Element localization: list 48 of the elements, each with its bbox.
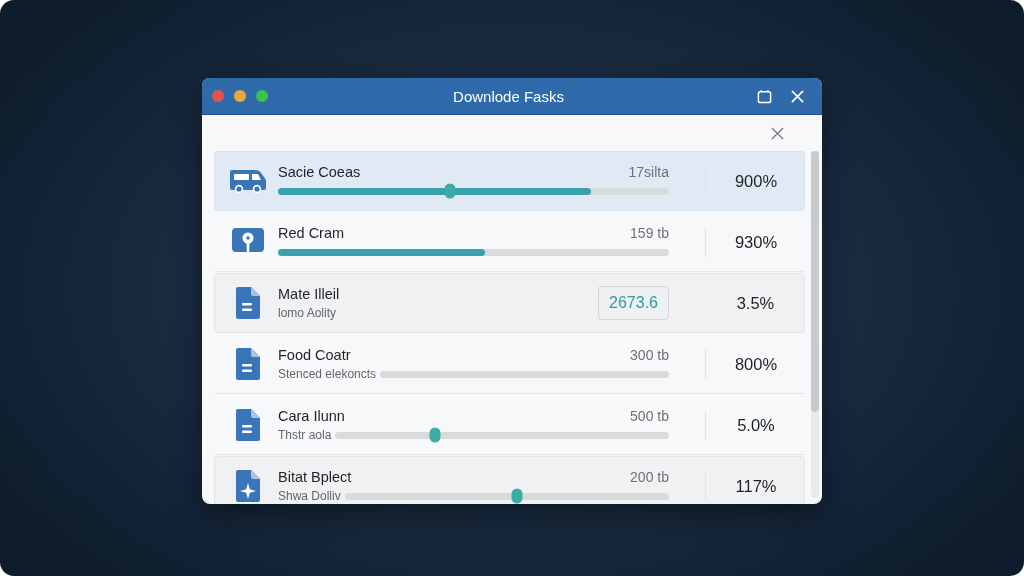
document-icon <box>235 286 261 320</box>
window-close-button[interactable] <box>790 88 805 104</box>
task-subtitle: Shwa Dolliv <box>278 489 341 503</box>
sparkle-document-icon <box>235 469 261 503</box>
percent-text: 930% <box>733 232 779 252</box>
download-row[interactable]: Red Cram 159 tb 930% <box>214 212 805 272</box>
document-icon <box>235 347 261 381</box>
maximize-button[interactable] <box>757 88 772 104</box>
task-name: Food Coatr <box>278 347 351 363</box>
window-title: Downlode Fasks <box>453 87 564 105</box>
close-icon <box>790 88 805 104</box>
scrollbar-thumb[interactable] <box>811 151 819 412</box>
download-row[interactable]: Sacie Coeas 17silta 900% <box>214 151 805 211</box>
download-row[interactable]: Bitat Bplect 200 tb Shwa Dolliv 117% <box>214 456 805 504</box>
zoom-dot[interactable] <box>256 90 268 102</box>
task-size: 500 tb <box>630 408 669 424</box>
percent-text: 5.0% <box>736 415 776 435</box>
value-readout: 2673.6 <box>598 286 669 320</box>
close-dot[interactable] <box>212 90 224 102</box>
task-name: Mate Illeil <box>278 286 340 302</box>
download-row[interactable]: Cara Ilunn 500 tb Thstr aola 5.0% <box>214 395 805 455</box>
document-icon <box>235 408 261 442</box>
task-name: Cara Ilunn <box>278 408 345 424</box>
percent-text: 900% <box>733 171 779 191</box>
task-subtitle: Stenced elekoncts <box>278 367 377 381</box>
slider-thumb[interactable] <box>429 427 441 443</box>
percent-text: 3.5% <box>735 293 776 313</box>
task-size: 17silta <box>628 164 669 180</box>
dismiss-button[interactable] <box>771 126 784 140</box>
minimize-dot[interactable] <box>234 90 246 102</box>
task-subtitle: lomo Aolity <box>278 306 337 320</box>
percent-text: 800% <box>733 354 779 374</box>
task-name: Bitat Bplect <box>278 469 352 485</box>
task-subtitle: Thstr aola <box>278 428 332 442</box>
download-row[interactable]: Food Coatr 300 tb Stenced elekoncts 800% <box>214 334 805 394</box>
download-row[interactable]: Mate Illeil lomo Aolity 2673.6 3.5% <box>214 273 805 333</box>
task-size: 200 tb <box>630 469 669 485</box>
task-name: Sacie Coeas <box>278 164 361 180</box>
task-size: 159 tb <box>630 225 669 241</box>
van-icon <box>229 168 267 194</box>
task-size: 300 tb <box>630 347 669 363</box>
slider-thumb[interactable] <box>444 183 456 199</box>
task-name: Red Cram <box>278 225 345 241</box>
keyhole-icon <box>231 227 265 257</box>
maximize-icon <box>757 88 772 104</box>
slider-thumb[interactable] <box>511 488 523 504</box>
close-icon <box>771 126 784 140</box>
percent-text: 117% <box>734 476 778 496</box>
